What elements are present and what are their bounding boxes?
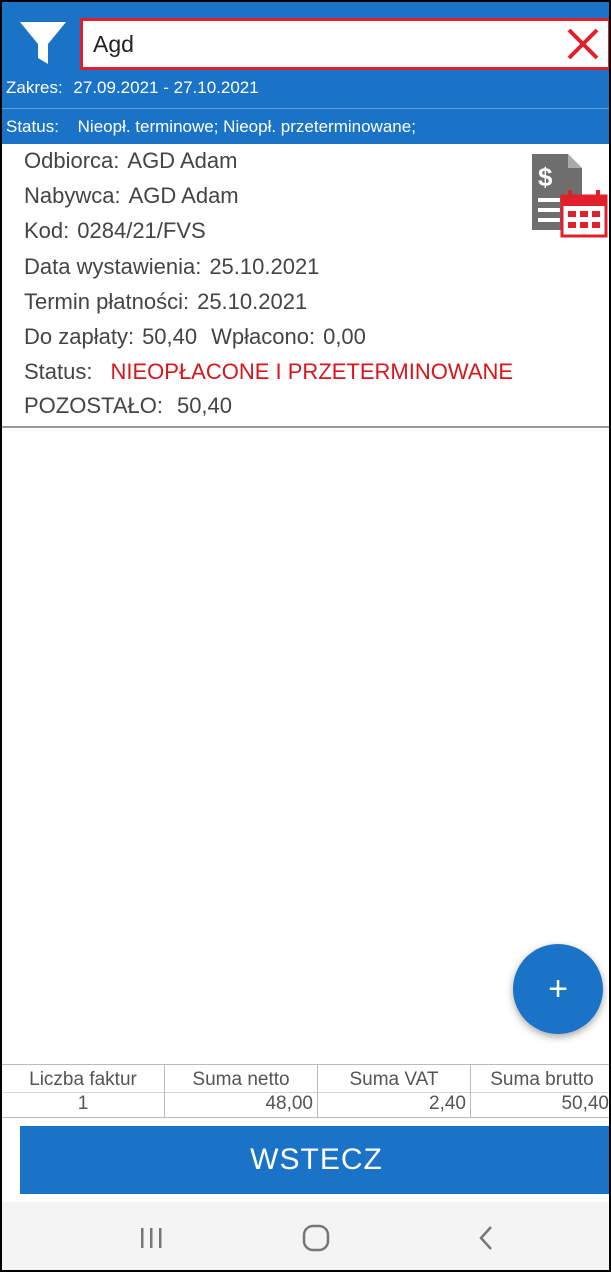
summary-header: Suma VAT	[349, 1069, 439, 1090]
issue-date-label: Data wystawienia:	[24, 254, 202, 279]
invoice-card[interactable]: Odbiorca: AGD Adam Nabywca: AGD Adam Kod: 0…	[2, 144, 609, 428]
issue-date-row: Data wystawienia: 25.10.2021	[24, 254, 319, 280]
home-button[interactable]	[296, 1220, 336, 1256]
summary-table: Liczba faktur 1 Suma netto 48,00 Suma VA…	[2, 1064, 609, 1118]
recent-apps-button[interactable]	[131, 1220, 171, 1256]
date-range-label: Zakres:	[6, 78, 63, 97]
to-pay-label: Do zapłaty:	[24, 324, 135, 349]
summary-col-net: Suma netto 48,00	[165, 1065, 318, 1117]
back-icon	[479, 1226, 492, 1250]
recent-apps-icon	[141, 1228, 162, 1248]
filter-button[interactable]	[16, 16, 70, 70]
status-row: Status: NIEOPŁACONE I PRZETERMINOWANE	[24, 359, 513, 385]
date-range[interactable]: Zakres: 27.09.2021 - 27.10.2021	[6, 78, 259, 98]
remaining-row: POZOSTAŁO: 50,40	[24, 393, 232, 419]
summary-col-gross: Suma brutto 50,40	[471, 1065, 609, 1117]
svg-text:$: $	[538, 162, 553, 192]
search-box[interactable]	[80, 18, 609, 70]
clear-search-button[interactable]	[564, 25, 602, 63]
status-filter-label: Status:	[6, 117, 59, 136]
summary-header: Suma brutto	[490, 1069, 594, 1090]
due-date-row: Termin płatności: 25.10.2021	[24, 289, 307, 315]
back-button[interactable]: WSTECZ	[20, 1126, 609, 1194]
status-value: NIEOPŁACONE I PRZETERMINOWANE	[110, 359, 514, 384]
paid-label: Wpłacono:	[211, 324, 316, 349]
summary-value: 48,00	[265, 1093, 313, 1114]
filter-icon	[20, 22, 66, 64]
paid-value: 0,00	[323, 324, 366, 349]
summary-header: Suma netto	[192, 1069, 290, 1090]
invoice-calendar-icon: $	[532, 154, 608, 238]
buyer-value: AGD Adam	[128, 183, 239, 208]
header-divider	[2, 108, 609, 109]
status-filter[interactable]: Status: Nieopł. terminowe; Nieopł. przet…	[6, 117, 416, 137]
issue-date-value: 25.10.2021	[209, 254, 320, 279]
home-icon	[302, 1224, 330, 1252]
buyer-label: Nabywca:	[24, 183, 121, 208]
close-icon	[567, 28, 599, 60]
date-range-value: 27.09.2021 - 27.10.2021	[73, 78, 259, 97]
to-pay-value: 50,40	[142, 324, 198, 349]
amounts-row: Do zapłaty: 50,40 Wpłacono: 0,00	[24, 324, 366, 350]
add-button[interactable]: +	[513, 944, 603, 1034]
recipient-value: AGD Adam	[127, 148, 238, 173]
buyer-row: Nabywca: AGD Adam	[24, 183, 239, 209]
plus-icon: +	[548, 970, 568, 1008]
summary-value: 50,40	[561, 1093, 609, 1114]
summary-value: 1	[77, 1093, 89, 1114]
summary-value: 2,40	[429, 1093, 466, 1114]
remaining-value: 50,40	[176, 393, 233, 418]
status-filter-value: Nieopł. terminowe; Nieopł. przeterminowa…	[77, 117, 416, 136]
due-date-value: 25.10.2021	[197, 289, 308, 314]
remaining-label: POZOSTAŁO:	[24, 393, 163, 418]
status-label: Status:	[24, 359, 93, 384]
due-date-label: Termin płatności:	[24, 289, 190, 314]
system-nav-bar	[2, 1202, 609, 1270]
search-input[interactable]	[93, 21, 553, 67]
recipient-label: Odbiorca:	[24, 148, 120, 173]
code-row: Kod: 0284/21/FVS	[24, 218, 206, 244]
code-label: Kod:	[24, 218, 70, 243]
recipient-row: Odbiorca: AGD Adam	[24, 148, 237, 174]
nav-back-button[interactable]	[467, 1220, 507, 1256]
code-value: 0284/21/FVS	[77, 218, 206, 243]
filter-header: Zakres: 27.09.2021 - 27.10.2021 Status: …	[2, 2, 609, 144]
summary-header: Liczba faktur	[29, 1069, 137, 1090]
summary-col-count: Liczba faktur 1	[2, 1065, 165, 1117]
screen: Zakres: 27.09.2021 - 27.10.2021 Status: …	[0, 0, 611, 1272]
summary-col-vat: Suma VAT 2,40	[318, 1065, 471, 1117]
